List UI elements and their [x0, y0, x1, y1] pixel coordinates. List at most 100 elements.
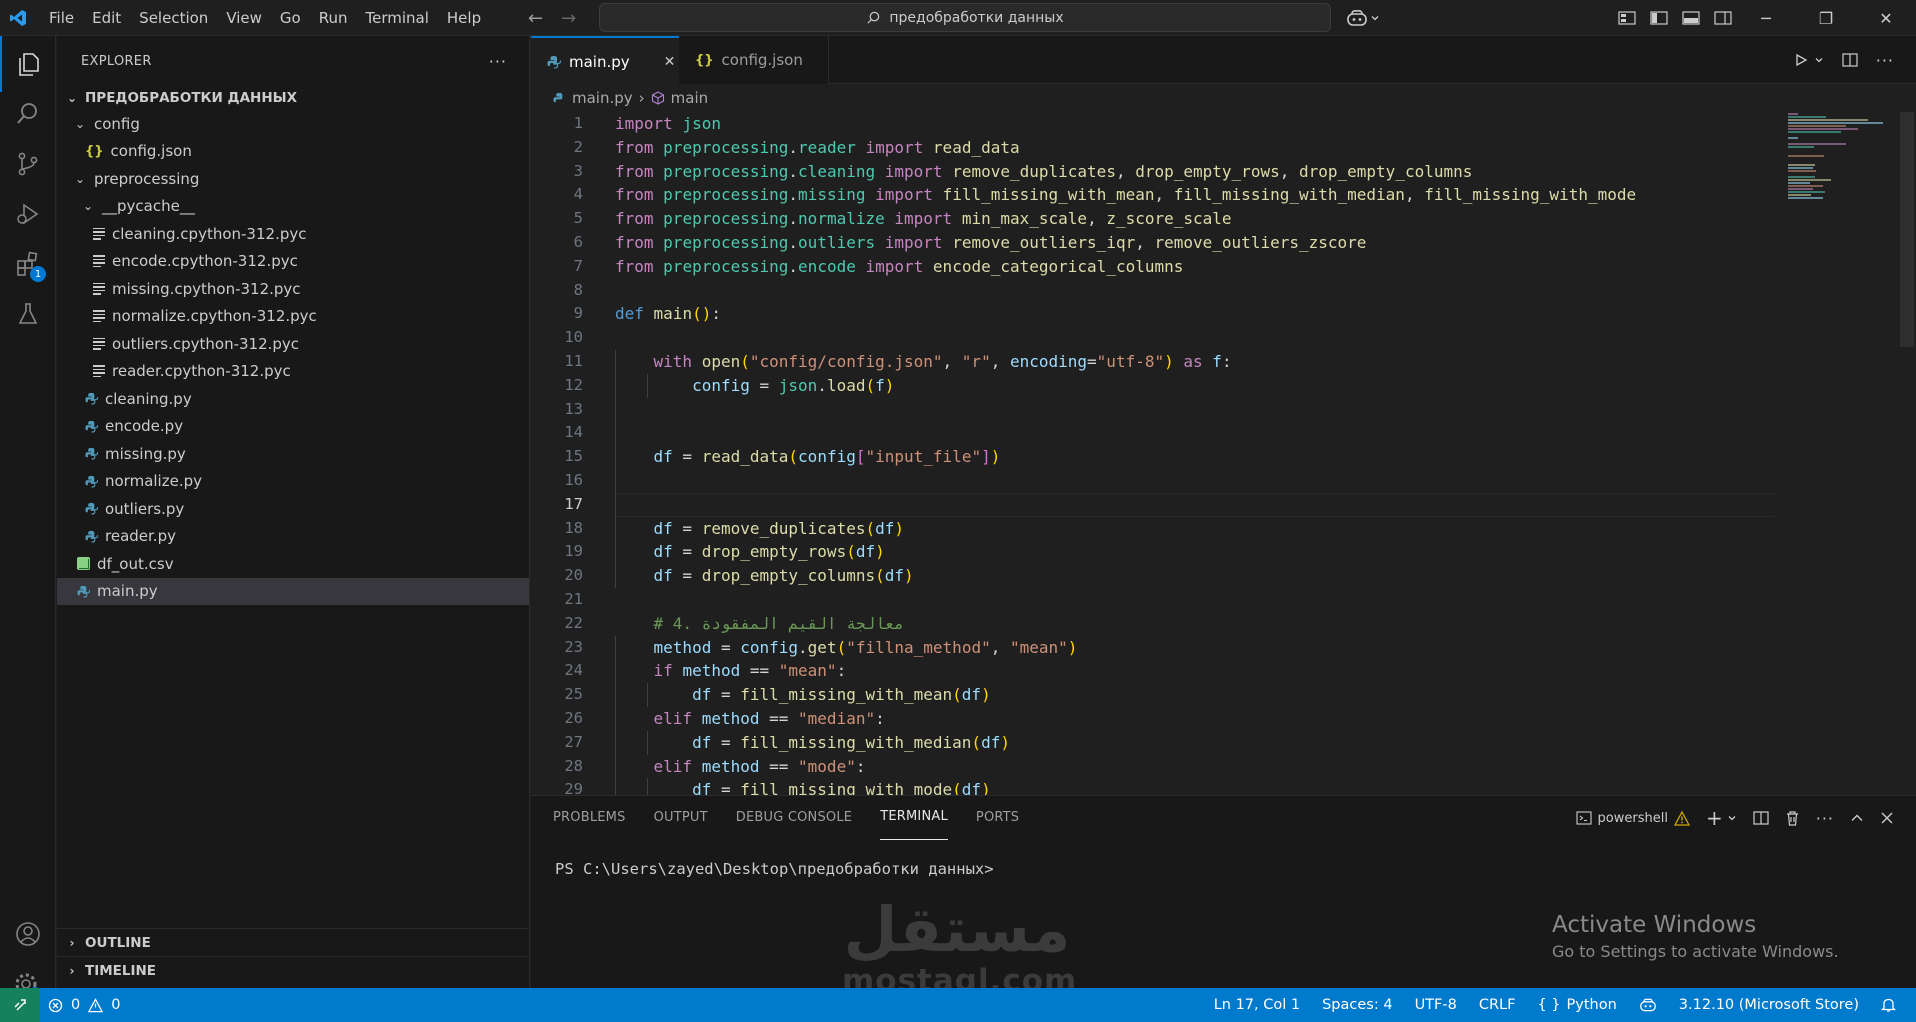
tree-file[interactable]: outliers.cpython-312.pyc: [57, 330, 529, 358]
binary-file-icon: [93, 227, 105, 240]
tree-folder[interactable]: ⌄ config: [57, 110, 529, 138]
code-token: drop_empty_columns: [1298, 161, 1473, 181]
search-icon[interactable]: [0, 86, 56, 142]
tree-file[interactable]: cleaning.py: [57, 385, 529, 413]
code-token: fill_missing_with_median: [740, 732, 972, 752]
extensions-icon[interactable]: 1: [0, 236, 56, 292]
restore-icon[interactable]: ❐: [1796, 9, 1856, 28]
minimize-icon[interactable]: ─: [1736, 9, 1796, 28]
panel-tab-problems[interactable]: PROBLEMS: [553, 796, 626, 840]
tree-item-label: config.json: [110, 142, 192, 161]
tab-config-json[interactable]: {} config.json: [679, 36, 829, 84]
panel-tab-ports[interactable]: PORTS: [976, 796, 1019, 840]
split-terminal-icon[interactable]: [1753, 810, 1769, 826]
breadcrumb-file[interactable]: main.py: [572, 89, 633, 107]
close-window-icon[interactable]: ✕: [1856, 9, 1916, 28]
toggle-primary-sidebar-icon[interactable]: [1650, 10, 1668, 26]
explorer-sidebar: EXPLORER ··· ⌄ ПРЕДОБРАБОТКИ ДАННЫХ ⌄ con…: [57, 36, 530, 988]
code-token: :: [855, 756, 866, 776]
split-editor-icon[interactable]: [1842, 52, 1858, 68]
toggle-panel-icon[interactable]: [1682, 10, 1700, 26]
tree-file[interactable]: reader.cpython-312.pyc: [57, 358, 529, 386]
terminal-instance[interactable]: powershell: [1575, 810, 1690, 826]
tree-file[interactable]: reader.py: [57, 523, 529, 551]
testing-icon[interactable]: [0, 286, 56, 342]
tree-file[interactable]: missing.cpython-312.pyc: [57, 275, 529, 303]
minimap[interactable]: [1788, 112, 1898, 222]
panel-tab-debug-console[interactable]: DEBUG CONSOLE: [736, 796, 852, 840]
timeline-section[interactable]: › TIMELINE: [57, 956, 530, 984]
new-terminal-icon[interactable]: +: [1706, 806, 1737, 830]
editor-more-actions-icon[interactable]: ···: [1876, 51, 1894, 70]
customize-layout-icon[interactable]: [1618, 10, 1636, 26]
tree-file[interactable]: outliers.py: [57, 495, 529, 523]
menu-file[interactable]: File: [40, 0, 83, 36]
notifications-bell-icon[interactable]: [1881, 997, 1896, 1013]
file-tree: ⌄ config{} config.json ⌄ preprocessing ⌄ __pyc…: [57, 110, 529, 605]
code-line: 29 df = fill_missing_with_mode(df): [531, 778, 1771, 795]
end-of-line[interactable]: CRLF: [1479, 997, 1516, 1013]
file-encoding[interactable]: UTF-8: [1415, 997, 1457, 1013]
code-text: with open("config/config.json", "r", enc…: [615, 350, 1232, 374]
workspace-root-folder[interactable]: ⌄ ПРЕДОБРАБОТКИ ДАННЫХ: [57, 86, 529, 110]
kill-terminal-trash-icon[interactable]: [1785, 810, 1800, 826]
navigation-arrows: ← →: [528, 0, 576, 36]
code-token: ): [990, 447, 1001, 467]
terminal-prompt[interactable]: PS C:\Users\zayed\Desktop\предобработки …: [555, 860, 994, 878]
more-actions-icon[interactable]: ···: [489, 52, 507, 71]
panel-tab-output[interactable]: OUTPUT: [654, 796, 708, 840]
tree-file[interactable]: main.py: [57, 577, 529, 605]
code-token: =: [749, 375, 779, 395]
language-mode[interactable]: { } Python: [1537, 997, 1616, 1013]
tree-folder[interactable]: ⌄ preprocessing: [57, 165, 529, 193]
toggle-secondary-sidebar-icon[interactable]: [1714, 10, 1732, 26]
menu-view[interactable]: View: [217, 0, 271, 36]
tree-file[interactable]: normalize.cpython-312.pyc: [57, 303, 529, 331]
menu-run[interactable]: Run: [310, 0, 357, 36]
breadcrumb-symbol[interactable]: main: [671, 89, 708, 107]
tree-file[interactable]: encode.cpython-312.pyc: [57, 248, 529, 276]
minimap-line: [1788, 116, 1826, 118]
menu-terminal[interactable]: Terminal: [357, 0, 438, 36]
outline-section[interactable]: › OUTLINE: [57, 928, 530, 956]
code-token: fill_missing_with_median: [1173, 185, 1405, 205]
command-center-search[interactable]: предобработки данных: [599, 3, 1331, 32]
menu-edit[interactable]: Edit: [83, 0, 130, 36]
panel-tab-terminal[interactable]: TERMINAL: [880, 796, 948, 840]
tab-main-py[interactable]: main.py ✕: [531, 36, 679, 85]
run-and-debug-icon[interactable]: [0, 186, 56, 242]
code-token: from: [615, 161, 654, 181]
explorer-icon[interactable]: [0, 36, 56, 92]
tree-file[interactable]: missing.py: [57, 440, 529, 468]
tree-folder[interactable]: ⌄ __pycache__: [57, 193, 529, 221]
tree-file[interactable]: normalize.py: [57, 468, 529, 496]
forward-arrow-icon[interactable]: →: [561, 8, 576, 29]
code-editor[interactable]: 1 import json 2 from preprocessing.reader i…: [531, 112, 1916, 795]
line-number: 28: [564, 756, 583, 775]
close-tab-icon[interactable]: ✕: [664, 54, 676, 70]
close-panel-icon[interactable]: [1880, 811, 1894, 825]
copilot-status-icon[interactable]: [1639, 997, 1657, 1013]
maximize-panel-chevron-up-icon[interactable]: [1850, 811, 1864, 825]
tree-file[interactable]: {} config.json: [57, 138, 529, 166]
chevron-right-icon: ›: [69, 935, 75, 950]
menu-help[interactable]: Help: [438, 0, 490, 36]
source-control-icon[interactable]: [0, 136, 56, 192]
line-number: 29: [564, 780, 583, 795]
accounts-icon[interactable]: [0, 906, 56, 962]
problems-status[interactable]: 0 0: [48, 988, 120, 1022]
panel-more-actions-icon[interactable]: ···: [1816, 809, 1834, 828]
indentation[interactable]: Spaces: 4: [1322, 997, 1392, 1013]
tree-file[interactable]: df_out.csv: [57, 550, 529, 578]
copilot-button[interactable]: [1346, 6, 1380, 30]
editor-vertical-scrollbar[interactable]: [1900, 112, 1914, 347]
menu-go[interactable]: Go: [271, 0, 310, 36]
back-arrow-icon[interactable]: ←: [528, 8, 543, 29]
menu-selection[interactable]: Selection: [130, 0, 217, 36]
cursor-position[interactable]: Ln 17, Col 1: [1214, 997, 1300, 1013]
run-python-file-icon[interactable]: [1794, 53, 1824, 67]
python-interpreter[interactable]: 3.12.10 (Microsoft Store): [1679, 997, 1859, 1013]
tree-file[interactable]: cleaning.cpython-312.pyc: [57, 220, 529, 248]
remote-indicator-icon[interactable]: [0, 988, 40, 1022]
tree-file[interactable]: encode.py: [57, 413, 529, 441]
